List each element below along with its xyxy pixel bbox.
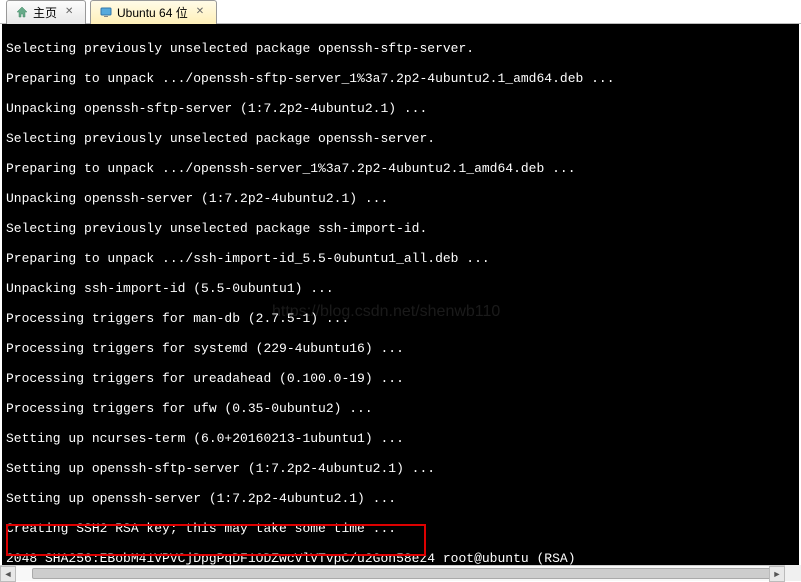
term-line: Preparing to unpack .../openssh-server_1…	[6, 161, 795, 176]
term-line: Processing triggers for man-db (2.7.5-1)…	[6, 311, 795, 326]
term-line: Setting up openssh-sftp-server (1:7.2p2-…	[6, 461, 795, 476]
term-line: Setting up openssh-server (1:7.2p2-4ubun…	[6, 491, 795, 506]
home-icon	[15, 5, 29, 19]
term-line: Unpacking openssh-sftp-server (1:7.2p2-4…	[6, 101, 795, 116]
scroll-thumb[interactable]	[32, 568, 772, 579]
term-line: Preparing to unpack .../ssh-import-id_5.…	[6, 251, 795, 266]
term-line: Unpacking ssh-import-id (5.5-0ubuntu1) .…	[6, 281, 795, 296]
scrollbar-corner	[785, 565, 801, 581]
term-line: Preparing to unpack .../openssh-sftp-ser…	[6, 71, 795, 86]
vm-icon	[99, 5, 113, 19]
term-line: Processing triggers for ufw (0.35-0ubunt…	[6, 401, 795, 416]
close-icon[interactable]: ✕	[65, 6, 77, 18]
tab-home[interactable]: 主页 ✕	[6, 0, 86, 24]
term-line: Unpacking openssh-server (1:7.2p2-4ubunt…	[6, 191, 795, 206]
horizontal-scrollbar[interactable]: ◄ ►	[0, 565, 785, 581]
term-line: Selecting previously unselected package …	[6, 131, 795, 146]
term-line: Selecting previously unselected package …	[6, 41, 795, 56]
tab-ubuntu-label: Ubuntu 64 位	[117, 4, 188, 21]
term-line: 2048 SHA256:EBobM41VPVCjDpgPqDF1ODZwcVlV…	[6, 551, 795, 566]
tab-home-label: 主页	[33, 4, 57, 21]
term-line: Setting up ncurses-term (6.0+20160213-1u…	[6, 431, 795, 446]
tab-bar: 主页 ✕ Ubuntu 64 位 ✕	[0, 0, 801, 24]
scroll-left-button[interactable]: ◄	[0, 566, 16, 582]
scroll-track[interactable]	[16, 566, 769, 581]
term-line: Processing triggers for systemd (229-4ub…	[6, 341, 795, 356]
term-line: Selecting previously unselected package …	[6, 221, 795, 236]
terminal-output[interactable]: Selecting previously unselected package …	[2, 24, 799, 577]
close-icon[interactable]: ✕	[196, 6, 208, 18]
term-line: Processing triggers for ureadahead (0.10…	[6, 371, 795, 386]
term-line: Creating SSH2 RSA key; this may take som…	[6, 521, 795, 536]
tab-ubuntu[interactable]: Ubuntu 64 位 ✕	[90, 0, 217, 24]
scroll-right-button[interactable]: ►	[769, 566, 785, 582]
